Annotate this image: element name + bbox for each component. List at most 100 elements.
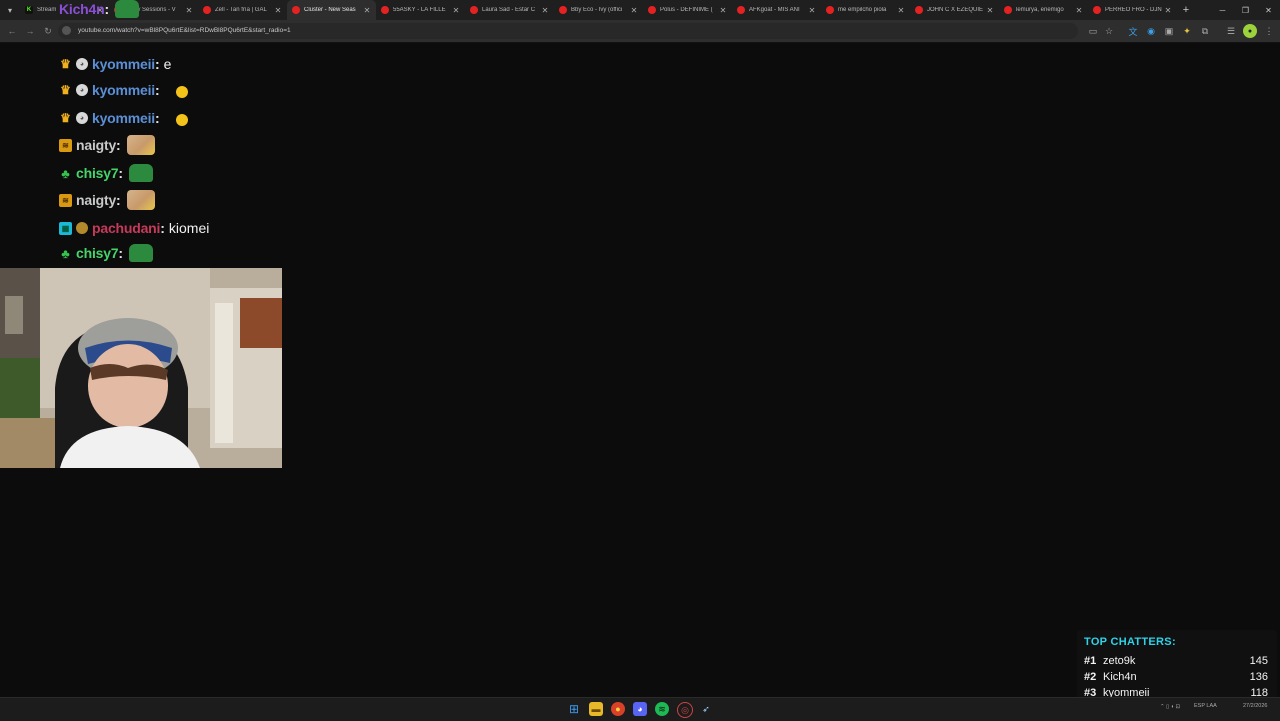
cat-emote-icon <box>126 190 155 210</box>
leaf-badge-icon: ♣ <box>61 245 70 261</box>
browser-tab[interactable]: Polus - DEFINIME ( ✕ <box>643 0 732 20</box>
chat-separator: : <box>118 165 124 181</box>
tab-close-icon[interactable]: ✕ <box>540 6 550 15</box>
chat-message: ♛ ◕ kyommeii: e <box>59 53 171 75</box>
chatter-count: 145 <box>1249 655 1268 667</box>
minimize-icon[interactable]: ─ <box>1211 0 1234 20</box>
profile-avatar-icon[interactable]: ● <box>1243 24 1257 38</box>
chat-username: kyommeii <box>92 56 155 72</box>
chat-username: pachudani <box>92 220 161 236</box>
globe-badge-icon: ◕ <box>76 84 88 96</box>
tab-close-icon[interactable]: ✕ <box>807 6 817 15</box>
tab-label: lemurya, enemigo <box>1016 7 1064 13</box>
close-window-icon[interactable]: ✕ <box>1257 0 1280 20</box>
chat-separator: : <box>160 220 165 236</box>
browser-tab[interactable]: PERREO FRO - DJN ✕ <box>1088 0 1177 20</box>
leaf-badge-icon: ♣ <box>61 165 70 181</box>
chat-message: ♛ ◕ kyommeii: <box>59 79 188 101</box>
chatter-name: zeto9k <box>1103 655 1136 667</box>
chat-username: naigty <box>76 137 117 153</box>
chat-separator: : <box>116 192 121 208</box>
coin-badge-icon <box>76 222 88 234</box>
sub-badge-icon: ≋ <box>59 138 72 152</box>
tab-close-icon[interactable]: ✕ <box>1074 6 1084 15</box>
webcam-image <box>0 268 282 468</box>
pepe-emote-icon <box>115 0 140 18</box>
language-indicator[interactable]: ESP LAA <box>1194 703 1217 709</box>
crown-badge-icon: ♛ <box>60 83 71 97</box>
tray-icons[interactable]: ⌃ ▯ ◖ ⊡ <box>1160 704 1180 710</box>
tab-close-icon[interactable]: ✕ <box>985 6 995 15</box>
windows-taskbar: ⊞ ▬ ● ◕ ≋ ◎ ➶ ⌃ ▯ ◖ ⊡ ESP LAA 27/2/2026 <box>0 697 1280 721</box>
browser-menu-icon[interactable]: ⋮ <box>1262 24 1276 38</box>
chrome-icon[interactable]: ● <box>611 702 625 716</box>
smile-emote-icon <box>175 114 188 126</box>
tab-close-icon[interactable]: ✕ <box>718 6 728 15</box>
tab-close-icon[interactable]: ✕ <box>451 6 461 15</box>
browser-tab[interactable]: JOHN C X EZEQUIE ✕ <box>910 0 999 20</box>
extension-translate-icon[interactable]: 文 <box>1126 24 1140 38</box>
chat-separator: : <box>155 82 160 98</box>
chat-separator: : <box>155 56 160 72</box>
youtube-favicon-icon <box>1093 6 1101 14</box>
grid-badge-icon: ▦ <box>59 221 72 235</box>
tab-label: me empilcho piola <box>838 7 887 13</box>
browser-tab[interactable]: lemurya, enemigo ✕ <box>999 0 1088 20</box>
browser-tab[interactable]: AFKgoat - MIS ANI ✕ <box>732 0 821 20</box>
tab-label: 55ASKY - LA FILLE <box>393 7 446 13</box>
youtube-favicon-icon <box>826 6 834 14</box>
tab-label: Bby Eco - Ivy (offici <box>571 7 623 13</box>
steam-icon[interactable]: ➶ <box>699 702 713 716</box>
discord-icon[interactable]: ◕ <box>633 702 647 716</box>
chat-text: kiomei <box>168 220 210 236</box>
restore-icon[interactable]: ❐ <box>1234 0 1257 20</box>
bookmark-star-icon[interactable]: ☆ <box>1102 24 1116 38</box>
youtube-favicon-icon <box>559 6 567 14</box>
tab-close-icon[interactable]: ✕ <box>896 6 906 15</box>
browser-tab[interactable]: Laura Sad - Estar C ✕ <box>465 0 554 20</box>
youtube-favicon-icon <box>915 6 923 14</box>
chat-username: chisy7 <box>76 165 119 181</box>
tab-close-icon[interactable]: ✕ <box>1163 6 1173 15</box>
spotify-icon[interactable]: ≋ <box>655 702 669 716</box>
pepe-emote-icon <box>129 244 154 262</box>
extension-star-icon[interactable]: ✦ <box>1180 24 1194 38</box>
chat-message: ♛ ◕ kyommeii: <box>59 107 188 129</box>
globe-badge-icon: ◕ <box>76 58 88 70</box>
chat-username: naigty <box>76 192 117 208</box>
chat-username: chisy7 <box>76 245 119 261</box>
youtube-favicon-icon <box>648 6 656 14</box>
chatter-name: Kich4n <box>1103 671 1137 683</box>
browser-tab[interactable]: Bby Eco - Ivy (offici ✕ <box>554 0 643 20</box>
chat-separator: : <box>155 110 160 126</box>
clock-date[interactable]: 27/2/2026 <box>1243 703 1267 709</box>
extension-audio-icon[interactable]: ◉ <box>1144 24 1158 38</box>
chatter-rank: #1 <box>1084 655 1097 667</box>
webcam-feed <box>0 268 282 468</box>
chat-text: e <box>163 56 172 72</box>
chat-separator: : <box>104 1 110 17</box>
top-chatter-row: #2 Kich4n 136 <box>1084 671 1268 687</box>
extensions-menu-icon[interactable]: ⧉ <box>1198 24 1212 38</box>
pepe-emote-icon <box>129 164 154 182</box>
tab-label: AFKgoat - MIS ANI <box>749 7 800 13</box>
chat-message: ♣ chisy7: <box>59 242 154 264</box>
sub-badge-icon: ≋ <box>59 193 72 207</box>
tab-label: JOHN C X EZEQUIE <box>927 7 984 13</box>
browser-tab[interactable]: me empilcho piola ✕ <box>821 0 910 20</box>
file-explorer-icon[interactable]: ▬ <box>589 702 603 716</box>
chatter-rank: #2 <box>1084 671 1097 683</box>
sidepanel-icon[interactable]: ☰ <box>1224 24 1238 38</box>
extension-puzzle-icon[interactable]: ▣ <box>1162 24 1176 38</box>
chat-username: kyommeii <box>92 82 155 98</box>
chatter-count: 136 <box>1249 671 1268 683</box>
chat-username: Kich4n <box>59 1 105 17</box>
obs-icon[interactable]: ◎ <box>677 702 693 718</box>
tab-label: Polus - DEFINIME ( <box>660 7 713 13</box>
tab-close-icon[interactable]: ✕ <box>629 6 639 15</box>
youtube-favicon-icon <box>470 6 478 14</box>
new-tab-button[interactable]: + <box>1177 4 1195 16</box>
cast-icon[interactable]: ▭ <box>1086 24 1100 38</box>
start-menu-icon[interactable]: ⊞ <box>567 702 581 716</box>
chat-message: ♣ chisy7: <box>59 162 154 184</box>
